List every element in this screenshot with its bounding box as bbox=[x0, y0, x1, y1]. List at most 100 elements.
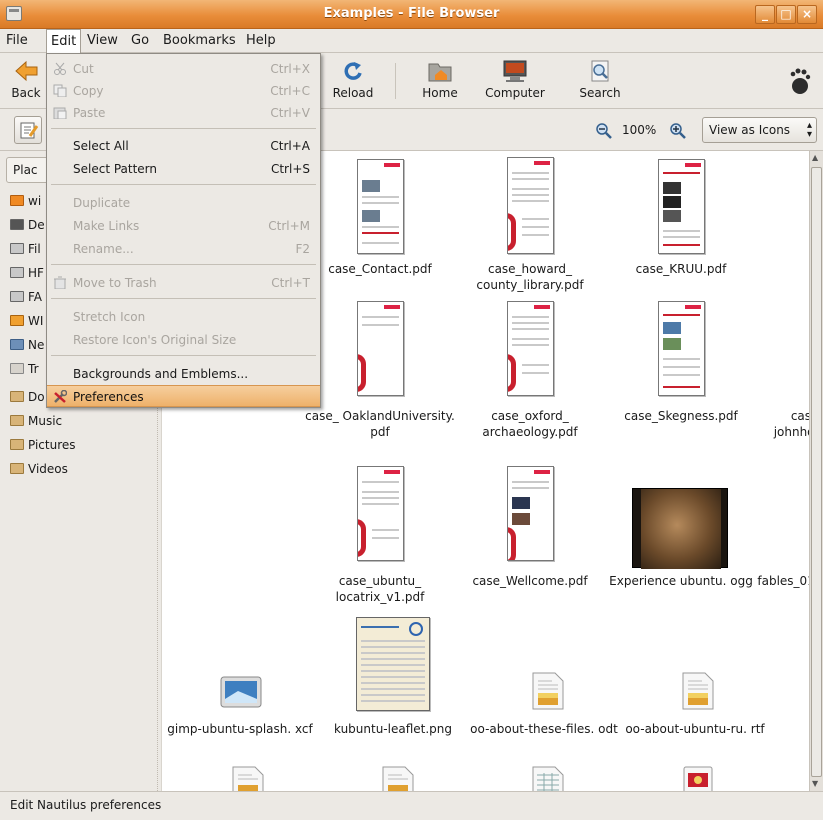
reload-label: Reload bbox=[332, 86, 374, 100]
places-item[interactable]: Videos bbox=[10, 462, 68, 480]
places-item[interactable]: WI bbox=[10, 314, 43, 332]
places-item[interactable]: FA bbox=[10, 290, 42, 308]
file-item[interactable]: case_ubuntu_ johnhopkins_v2.pdf bbox=[757, 408, 809, 440]
places-item[interactable]: De bbox=[10, 218, 45, 236]
toolbar-separator bbox=[395, 63, 396, 99]
menu-item-move-to-trash[interactable]: Move to Trash Ctrl+T bbox=[47, 272, 320, 294]
home-folder-icon bbox=[428, 63, 452, 82]
vertical-scrollbar[interactable]: ▲ ▼ bbox=[809, 151, 823, 791]
menu-item-copy[interactable]: Copy Ctrl+C bbox=[47, 80, 320, 102]
view-mode-select[interactable]: View as Icons ▴ ▾ bbox=[702, 117, 817, 143]
menu-view[interactable]: View bbox=[87, 33, 118, 48]
reload-button[interactable]: Reload bbox=[328, 57, 378, 100]
scissors-icon bbox=[54, 62, 66, 75]
file-item[interactable]: case_howard_ county_library.pdf bbox=[455, 261, 605, 293]
desktop-icon bbox=[10, 219, 24, 230]
places-label: De bbox=[28, 218, 45, 232]
file-item[interactable]: fables_01_01_aesop. spx bbox=[757, 573, 809, 589]
places-item[interactable]: HF bbox=[10, 266, 44, 284]
pdf-thumbnail bbox=[357, 466, 404, 561]
menu-item-restore-icon-size[interactable]: Restore Icon's Original Size bbox=[47, 329, 320, 351]
menu-item-label: Make Links bbox=[73, 219, 140, 233]
folder-icon bbox=[10, 463, 24, 474]
maximize-button[interactable]: □ bbox=[776, 5, 796, 24]
places-label: Music bbox=[28, 414, 63, 428]
menu-go[interactable]: Go bbox=[131, 33, 149, 48]
places-item[interactable]: Music bbox=[10, 414, 62, 432]
pdf-thumbnail bbox=[357, 159, 404, 254]
zoom-level[interactable]: 100% bbox=[622, 123, 656, 137]
places-item[interactable]: Pictures bbox=[10, 438, 76, 456]
search-button[interactable]: Search bbox=[574, 57, 626, 100]
menu-edit[interactable]: Edit bbox=[46, 29, 82, 53]
file-item[interactable]: case_oxford_ archaeology.pdf bbox=[455, 408, 605, 440]
file-item[interactable]: case_KRUU.pdf bbox=[606, 261, 756, 277]
file-item[interactable]: oo-about-these-files. odt bbox=[469, 721, 619, 737]
scroll-up-icon[interactable]: ▲ bbox=[812, 153, 818, 162]
menu-separator bbox=[51, 298, 316, 299]
folder-icon bbox=[10, 415, 24, 426]
menu-bar: File Edit View Go Bookmarks Help bbox=[0, 29, 823, 53]
file-item[interactable]: Experience ubuntu. ogg bbox=[606, 573, 756, 589]
places-label: Do bbox=[28, 390, 45, 404]
menu-item-stretch-icon[interactable]: Stretch Icon bbox=[47, 306, 320, 328]
file-item[interactable]: gimp-ubuntu-splash. xcf bbox=[165, 721, 315, 737]
menu-item-label: Backgrounds and Emblems... bbox=[73, 367, 249, 381]
menu-item-cut[interactable]: Cut Ctrl+X bbox=[47, 58, 320, 80]
file-label: case_Contact.pdf bbox=[328, 262, 432, 276]
back-button[interactable]: Back bbox=[6, 57, 46, 100]
scrollbar-thumb[interactable] bbox=[811, 167, 822, 777]
home-button[interactable]: Home bbox=[414, 57, 466, 100]
network-icon bbox=[10, 339, 24, 350]
file-label: case_ubuntu_ johnhopkins_v2.pdf bbox=[773, 409, 809, 439]
menu-item-duplicate[interactable]: Duplicate bbox=[47, 192, 320, 214]
scroll-down-icon[interactable]: ▼ bbox=[812, 779, 818, 788]
zoom-in-icon[interactable] bbox=[670, 123, 686, 139]
paste-icon bbox=[53, 107, 67, 119]
close-button[interactable]: × bbox=[797, 5, 817, 24]
file-item[interactable]: kubuntu-leaflet.png bbox=[318, 721, 468, 737]
menu-item-paste[interactable]: Paste Ctrl+V bbox=[47, 102, 320, 124]
menu-item-label: Preferences bbox=[73, 390, 144, 404]
menu-item-preferences[interactable]: Preferences bbox=[47, 385, 320, 407]
places-item[interactable]: wi bbox=[10, 194, 41, 212]
view-mode-value: View as Icons bbox=[709, 123, 791, 137]
minimize-button[interactable]: _ bbox=[755, 5, 775, 24]
file-label: Experience ubuntu. ogg bbox=[609, 574, 753, 588]
zoom-out-icon[interactable] bbox=[596, 123, 612, 139]
file-label: case_KRUU.pdf bbox=[635, 262, 727, 276]
drive-icon bbox=[10, 291, 24, 302]
file-item[interactable]: oo-about-ubuntu-ru. rtf bbox=[620, 721, 770, 737]
menu-item-select-all[interactable]: Select All Ctrl+A bbox=[47, 135, 320, 157]
file-item[interactable]: case_Skegness.pdf bbox=[606, 408, 756, 424]
places-item[interactable]: Tr bbox=[10, 362, 39, 380]
folder-icon bbox=[10, 391, 24, 402]
menu-item-label: Move to Trash bbox=[73, 276, 157, 290]
menu-item-backgrounds-emblems[interactable]: Backgrounds and Emblems... bbox=[47, 363, 320, 385]
menu-item-make-links[interactable]: Make Links Ctrl+M bbox=[47, 215, 320, 237]
file-item[interactable]: case_Wellcome.pdf bbox=[455, 573, 605, 589]
pdf-thumbnail bbox=[507, 466, 554, 561]
places-item[interactable]: Fil bbox=[10, 242, 41, 260]
menu-help[interactable]: Help bbox=[246, 33, 276, 48]
file-item[interactable]: case_ubuntu_ locatrix_v1.pdf bbox=[305, 573, 455, 605]
location-toggle-button[interactable] bbox=[14, 116, 42, 144]
trash-icon bbox=[10, 363, 24, 374]
places-item[interactable]: Do bbox=[10, 390, 45, 408]
file-item[interactable]: case_Contact.pdf bbox=[305, 261, 455, 277]
title-bar: Examples - File Browser _ □ × bbox=[0, 0, 823, 29]
edit-menu-dropdown: Cut Ctrl+X Copy Ctrl+C Paste Ctrl+V Select … bbox=[46, 53, 321, 408]
file-item[interactable]: case_ OaklandUniversity. pdf bbox=[305, 408, 455, 440]
menu-file[interactable]: File bbox=[6, 33, 28, 48]
file-label: case_Skegness.pdf bbox=[624, 409, 738, 423]
menu-item-select-pattern[interactable]: Select Pattern Ctrl+S bbox=[47, 158, 320, 180]
menu-item-accel: Ctrl+A bbox=[270, 139, 310, 153]
pdf-thumbnail bbox=[507, 157, 554, 254]
menu-item-rename[interactable]: Rename... F2 bbox=[47, 238, 320, 260]
computer-button[interactable]: Computer bbox=[480, 57, 550, 100]
places-item[interactable]: Ne bbox=[10, 338, 44, 356]
menu-bookmarks[interactable]: Bookmarks bbox=[163, 33, 236, 48]
file-label: kubuntu-leaflet.png bbox=[333, 722, 453, 736]
copy-icon bbox=[53, 84, 67, 97]
back-label: Back bbox=[11, 86, 41, 100]
